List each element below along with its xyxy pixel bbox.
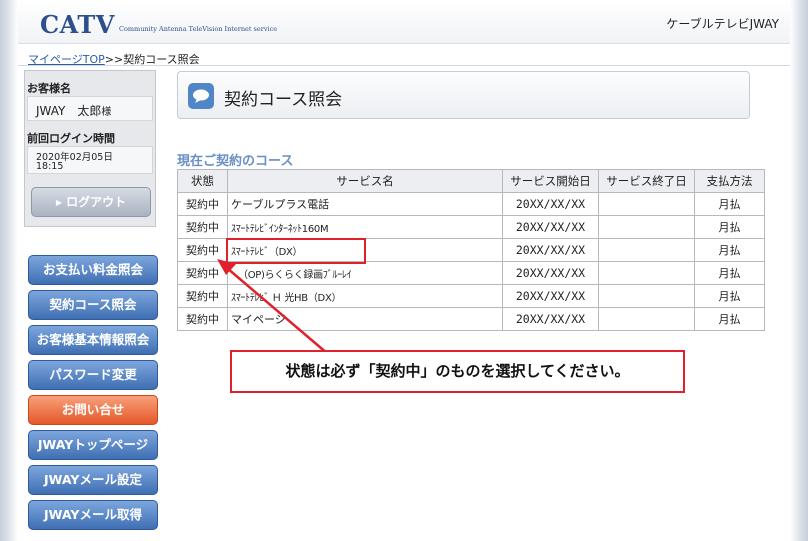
end-date-cell: [598, 192, 695, 216]
customer-name-text: JWAY 太郎: [36, 104, 102, 118]
status-cell: 契約中: [177, 215, 228, 239]
table-row[interactable]: 契約中 マイページ 20XX/XX/XX 月払: [177, 307, 765, 331]
start-date-cell: 20XX/XX/XX: [502, 238, 599, 262]
header-payment-method: 支払方法: [694, 169, 765, 193]
nav-customer-info-button[interactable]: お客様基本情報照会: [28, 325, 158, 355]
service-name-cell: ｽﾏｰﾄﾃﾚﾋﾞ Ｈ 光HB（DX）: [227, 284, 503, 308]
logout-label: ログアウト: [66, 195, 127, 209]
catv-logo[interactable]: CATV: [40, 10, 115, 39]
nav-payment-inquiry-button[interactable]: お支払い料金照会: [28, 255, 158, 285]
service-name-cell: マイページ: [227, 307, 503, 331]
payment-cell: 月払: [694, 307, 765, 331]
start-date-cell: 20XX/XX/XX: [502, 192, 599, 216]
customer-info-panel: お客様名 JWAY 太郎様 前回ログイン時間 2020年02月05日 18:15…: [24, 70, 156, 227]
nav-password-change-button[interactable]: パスワード変更: [28, 360, 158, 390]
contract-table: 状態 サービス名 サービス開始日 サービス終了日 支払方法 契約中 ケーブルプラ…: [177, 169, 765, 331]
start-date-cell: 20XX/XX/XX: [502, 307, 599, 331]
header-service-name: サービス名: [227, 169, 503, 193]
header-end-date: サービス終了日: [598, 169, 695, 193]
customer-name-label: お客様名: [27, 82, 71, 95]
nav-contact-button[interactable]: お問い合せ: [28, 395, 158, 425]
status-cell: 契約中: [177, 192, 228, 216]
header-status: 状態: [177, 169, 228, 193]
page-title-box: 契約コース照会: [177, 71, 750, 119]
status-cell: 契約中: [177, 238, 228, 262]
end-date-cell: [598, 215, 695, 239]
payment-cell: 月払: [694, 261, 765, 285]
last-login-label: 前回ログイン時間: [27, 132, 115, 145]
arrow-right-icon: ▶: [55, 198, 63, 207]
payment-cell: 月払: [694, 215, 765, 239]
logout-button[interactable]: ▶ ログアウト: [31, 187, 151, 217]
start-date-cell: 20XX/XX/XX: [502, 215, 599, 239]
end-date-cell: [598, 284, 695, 308]
nav-jway-top-button[interactable]: JWAYトップページ: [28, 430, 158, 460]
speech-bubble-icon: [188, 83, 214, 109]
customer-name-box: JWAY 太郎様: [27, 96, 153, 121]
nav-contract-course-button[interactable]: 契約コース照会: [28, 290, 158, 320]
table-row[interactable]: 契約中 （OP)らくらく録画ﾌﾞﾙｰﾚｲ 20XX/XX/XX 月払: [177, 261, 765, 285]
last-login-box: 2020年02月05日 18:15: [27, 146, 153, 174]
table-row[interactable]: 契約中 ｽﾏｰﾄﾃﾚﾋﾞ（DX） 20XX/XX/XX 月払: [177, 238, 765, 262]
service-name-cell: ｽﾏｰﾄﾃﾚﾋﾞ（DX）: [227, 238, 503, 262]
service-name-cell: ケーブルプラス電話: [227, 192, 503, 216]
service-name-cell: （OP)らくらく録画ﾌﾞﾙｰﾚｲ: [227, 261, 503, 285]
table-row[interactable]: 契約中 ケーブルプラス電話 20XX/XX/XX 月払: [177, 192, 765, 216]
status-cell: 契約中: [177, 261, 228, 285]
start-date-cell: 20XX/XX/XX: [502, 261, 599, 285]
last-login-time: 18:15: [36, 161, 64, 172]
header-start-date: サービス開始日: [502, 169, 599, 193]
logo-subtitle: Community Antenna TeleVision Internet se…: [119, 25, 278, 33]
status-cell: 契約中: [177, 284, 228, 308]
customer-name: JWAY 太郎様: [36, 102, 111, 119]
site-header: CATV Community Antenna TeleVision Intern…: [18, 0, 790, 44]
payment-cell: 月払: [694, 192, 765, 216]
start-date-cell: 20XX/XX/XX: [502, 284, 599, 308]
end-date-cell: [598, 261, 695, 285]
company-name: ケーブルテレビJWAY: [666, 17, 779, 31]
end-date-cell: [598, 307, 695, 331]
section-title: 現在ご契約のコース: [177, 154, 294, 169]
breadcrumb-divider: [18, 65, 790, 66]
table-header-row: 状態 サービス名 サービス開始日 サービス終了日 支払方法: [177, 169, 765, 193]
end-date-cell: [598, 238, 695, 262]
payment-cell: 月払: [694, 238, 765, 262]
payment-cell: 月払: [694, 284, 765, 308]
table-row[interactable]: 契約中 ｽﾏｰﾄﾃﾚﾋﾞｲﾝﾀｰﾈｯﾄ160M 20XX/XX/XX 月払: [177, 215, 765, 239]
table-row[interactable]: 契約中 ｽﾏｰﾄﾃﾚﾋﾞ Ｈ 光HB（DX） 20XX/XX/XX 月払: [177, 284, 765, 308]
nav-jway-mail-settings-button[interactable]: JWAYメール設定: [28, 465, 158, 495]
customer-honorific: 様: [101, 107, 112, 118]
annotation-callout: 状態は必ず「契約中」のものを選択してください。: [230, 350, 685, 393]
page-title: 契約コース照会: [224, 90, 343, 110]
status-cell: 契約中: [177, 307, 228, 331]
nav-jway-mail-get-button[interactable]: JWAYメール取得: [28, 500, 158, 530]
service-name-cell: ｽﾏｰﾄﾃﾚﾋﾞｲﾝﾀｰﾈｯﾄ160M: [227, 215, 503, 239]
